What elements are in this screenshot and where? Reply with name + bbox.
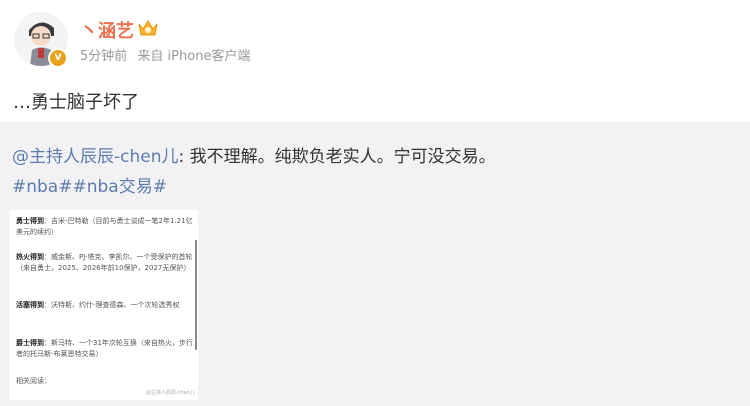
image-block-3: 活塞得到：沃特斯、约什-理查德森、一个次轮选秀权 — [16, 300, 194, 311]
image-block-1-head: 勇士得到 — [16, 217, 44, 225]
image-block-2-head: 热火得到 — [16, 253, 44, 261]
image-block-3-text: ：沃特斯、约什-理查德森、一个次轮选秀权 — [44, 301, 180, 309]
repost-text: : 我不理解。纯欺负老实人。宁可没交易。 — [178, 147, 496, 167]
vip-crown-icon — [138, 20, 158, 36]
image-block-4-head: 爵士得到 — [16, 339, 44, 347]
post-source: 来自 iPhone客户端 — [137, 49, 251, 64]
repost-text-line: @主持人辰辰-chen儿: 我不理解。纯欺负老实人。宁可没交易。 — [12, 142, 496, 167]
post-meta: 5分钟前 来自 iPhone客户端 — [80, 45, 256, 64]
mention-link[interactable]: @主持人辰辰-chen儿 — [12, 147, 179, 167]
image-block-1: 勇士得到：吉米-巴特勒（目前与勇士谈成一笔2年1.21亿美元的续约） — [16, 216, 194, 238]
post-text: …勇士脑子坏了 — [13, 92, 139, 113]
topic-link-nba-trade[interactable]: #nba交易# — [72, 177, 166, 197]
repost-card[interactable]: @主持人辰辰-chen儿: 我不理解。纯欺负老实人。宁可没交易。 #nba##n… — [0, 122, 750, 406]
username-link[interactable]: 丶涵艺 — [80, 17, 134, 43]
verified-badge-icon: V — [48, 48, 68, 68]
topic-line: #nba##nba交易# — [12, 172, 167, 197]
image-footer: 相关阅读： — [16, 377, 51, 385]
image-watermark: @主持人辰辰-chen儿 — [146, 390, 195, 396]
weibo-post: V 丶涵艺 5分钟前 来自 iPhone客户端 …勇士脑子坏了 — [0, 0, 750, 122]
post-time[interactable]: 5分钟前 — [80, 49, 127, 64]
image-block-2: 热火得到：威金斯、PJ-塔克、李凯尔、一个受保护的首轮（来自勇士，2025、20… — [16, 252, 194, 274]
attached-image[interactable]: 勇士得到：吉米-巴特勒（目前与勇士谈成一笔2年1.21亿美元的续约） 热火得到：… — [10, 210, 198, 400]
image-block-4: 爵士得到：斯马特、一个31年次轮互换（来自热火，步行者的托马斯-布莱恩特交易） — [16, 338, 194, 360]
image-divider — [195, 240, 197, 350]
topic-link-nba[interactable]: #nba# — [12, 177, 72, 197]
image-block-3-head: 活塞得到 — [16, 301, 44, 309]
